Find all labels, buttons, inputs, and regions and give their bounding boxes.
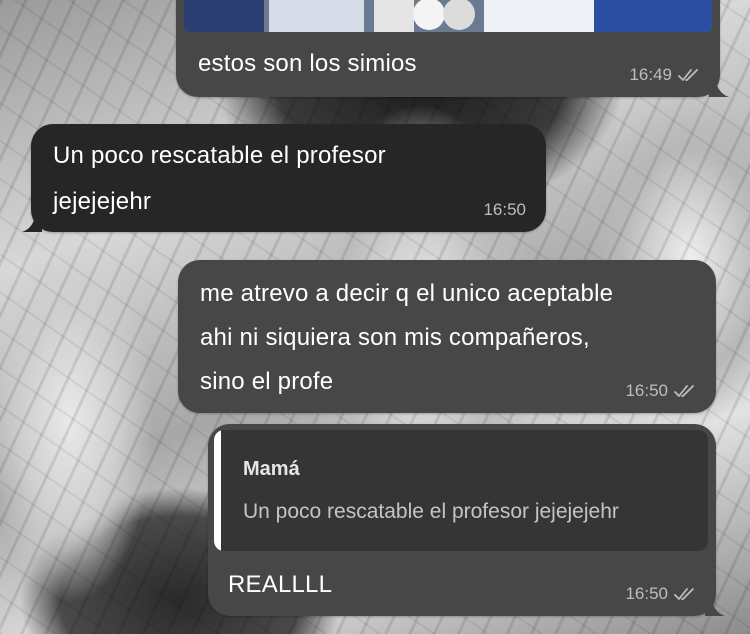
quoted-reply[interactable]: Mamá Un poco rescatable el profesor jeje… [214, 430, 708, 551]
message-text-line: Un poco rescatable el profesor [53, 142, 386, 169]
message-bubble-incoming[interactable]: Un poco rescatable el profesor jejejejeh… [22, 124, 546, 232]
photo-attachment[interactable] [184, 0, 712, 32]
bubble-tail [709, 77, 729, 97]
message-text-line: jejejejehr [53, 188, 152, 215]
bubble-tail [22, 212, 42, 232]
message-time: 16:50 [625, 381, 668, 400]
message-time: 16:50 [483, 200, 526, 219]
message-text: estos son los simios [198, 50, 417, 77]
message-bubble-outgoing[interactable]: me atrevo a decir q el unico aceptable a… [178, 260, 716, 413]
double-check-icon [678, 69, 698, 81]
bubble-tail [705, 596, 725, 616]
message-bubble-outgoing-reply[interactable]: Mamá Un poco rescatable el profesor jeje… [208, 424, 725, 616]
message-meta: 16:50 [483, 200, 526, 220]
message-meta: 16:49 [629, 65, 700, 85]
message-text: REALLLL [228, 571, 333, 598]
double-check-icon [674, 588, 694, 600]
message-text-line: sino el profe [200, 368, 334, 395]
message-bubble-outgoing[interactable]: estos son los simios 16:49 [176, 0, 729, 97]
reply-accent-bar [214, 430, 221, 551]
message-text-line: ahi ni siquiera son mis compañeros, [200, 324, 590, 351]
photo-image [184, 0, 712, 32]
message-time: 16:49 [629, 65, 672, 84]
message-text-line: me atrevo a decir q el unico aceptable [200, 280, 614, 307]
message-time: 16:50 [625, 584, 668, 603]
reply-snippet: Un poco rescatable el profesor jejejejeh… [243, 500, 619, 523]
message-meta: 16:50 [625, 381, 696, 401]
reply-author: Mamá [243, 458, 300, 480]
double-check-icon [674, 385, 694, 397]
message-meta: 16:50 [625, 584, 696, 604]
